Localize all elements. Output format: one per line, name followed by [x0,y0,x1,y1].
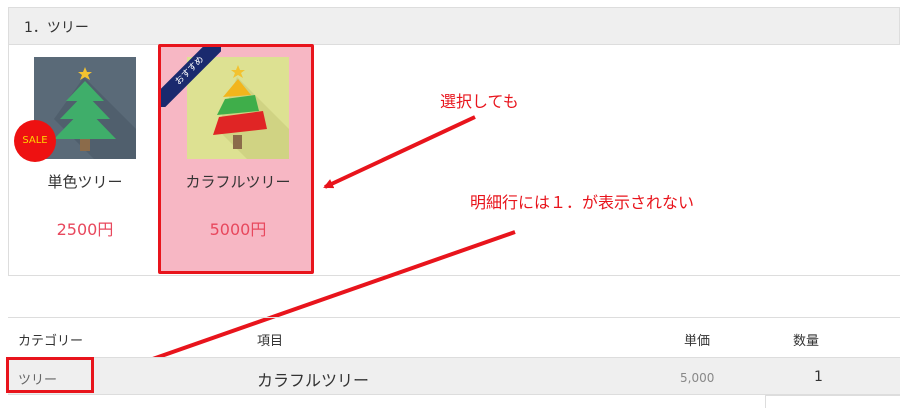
header-unit-price: 単価 [684,334,711,349]
row-item: カラフルツリー [257,371,370,390]
annotation-arrows [108,115,516,377]
table-row [8,357,900,395]
header-quantity: 数量 [793,334,820,349]
header-category: カテゴリー [18,334,84,349]
arrow-to-card [323,115,476,189]
footer-cell-fragment [765,395,900,408]
row-unit-price: 5,000 [680,371,715,385]
table-top-border [8,317,900,318]
arrow-to-category [108,230,516,377]
category-highlight-box [6,357,94,393]
header-item: 項目 [257,334,284,349]
row-quantity: 1 [814,369,823,385]
